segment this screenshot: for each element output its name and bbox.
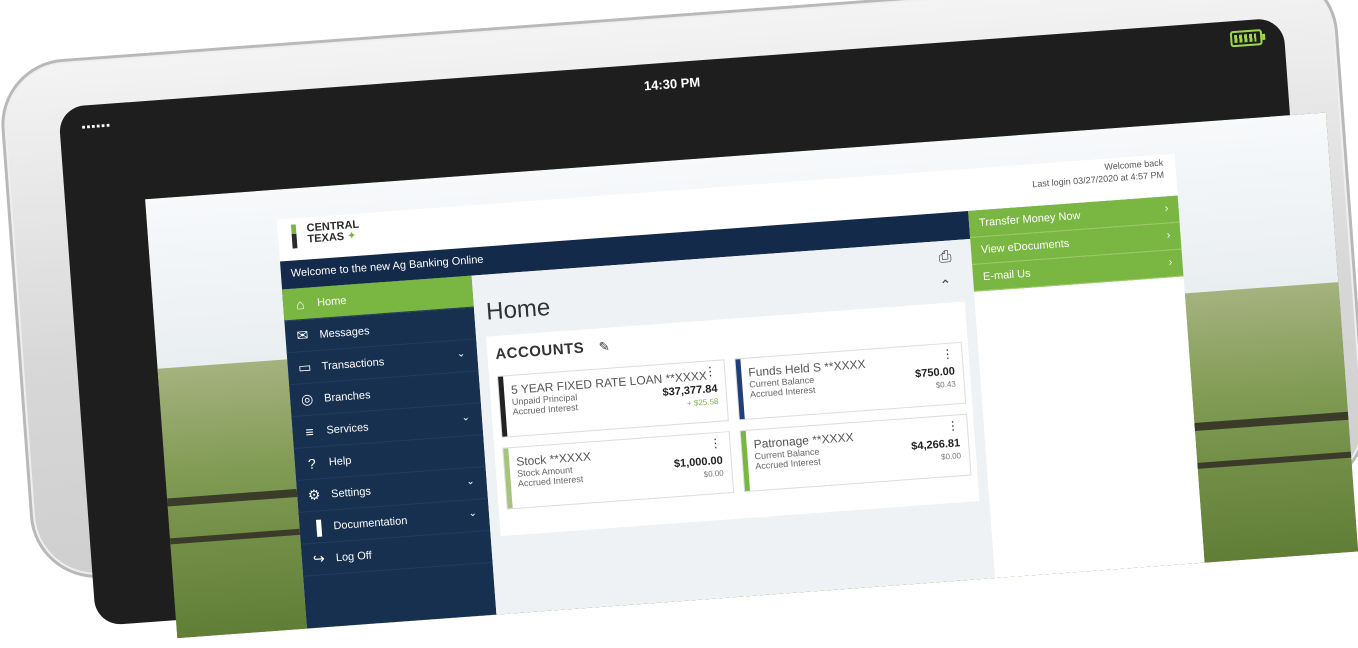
account-card[interactable]: ⋮ Funds Held S **XXXX Current Balance Accru…	[734, 341, 967, 421]
help-icon: ?	[307, 454, 317, 472]
sidebar-item-label: Services	[326, 421, 369, 437]
tablet-bezel: ▪▪▪▪▪▪ 14:30 PM CENTRAL TEXAS ✦ Welcome …	[58, 17, 1358, 639]
account-interest: $0.00	[940, 451, 962, 462]
account-menu-icon[interactable]: ⋮	[946, 418, 959, 433]
sidebar-item-label: Transactions	[321, 355, 385, 373]
tablet-frame: ▪▪▪▪▪▪ 14:30 PM CENTRAL TEXAS ✦ Welcome …	[0, 0, 1358, 639]
home-icon: ⌂	[295, 295, 305, 312]
accounts-title: ACCOUNTS	[494, 339, 585, 364]
account-card[interactable]: ⋮ 5 YEAR FIXED RATE LOAN **XXXX Unpaid Pri…	[496, 359, 729, 438]
sidebar-item-label: Settings	[330, 485, 372, 500]
battery-icon	[1229, 29, 1263, 48]
account-interest: + $25.58	[686, 396, 719, 409]
sidebar-nav: ⌂ Home ✉ Messages ▭ Transactions ⌄ ◎ Branches ≡ Se…	[282, 275, 497, 629]
logo-plus-icon: ✦	[346, 229, 357, 243]
account-color-bar	[735, 359, 745, 420]
main-content: ⎙ Home ⌃ ACCOUNTS ✎ ⋮ 5 YEAR FIXED RATE L…	[471, 238, 996, 615]
quick-links-panel: Transfer Money Now › View eDocuments › E-mai…	[968, 195, 1205, 579]
chevron-down-icon[interactable]: ⌄	[456, 348, 465, 360]
bank-logo[interactable]: CENTRAL TEXAS ✦	[287, 219, 360, 249]
settings-icon: ⚙	[307, 486, 322, 504]
services-icon: ≡	[304, 423, 315, 440]
chevron-right-icon: ›	[1168, 256, 1173, 269]
account-interest: $0.00	[703, 468, 725, 480]
quick-link-label: View eDocuments	[980, 237, 1070, 257]
transactions-icon: ▭	[297, 358, 312, 376]
chevron-down-icon[interactable]: ⌄	[466, 476, 475, 488]
status-time: 14:30 PM	[643, 74, 701, 94]
screen: CENTRAL TEXAS ✦ Welcome back Last login …	[145, 112, 1358, 639]
messages-icon: ✉	[296, 326, 309, 344]
quick-link-label: Transfer Money Now	[978, 209, 1081, 230]
account-color-bar	[498, 376, 508, 437]
accounts-panel: ACCOUNTS ✎ ⋮ 5 YEAR FIXED RATE LOAN **XXX…	[486, 301, 980, 537]
account-card[interactable]: ⋮ Stock **XXXX Stock Amount Accrued Interes…	[502, 431, 735, 510]
collapse-icon[interactable]: ⌃	[939, 276, 952, 294]
logo-text-line2: TEXAS	[307, 230, 345, 246]
log-off-icon: ↪	[312, 550, 326, 567]
branches-icon: ◎	[300, 390, 314, 408]
sidebar-item-label: Help	[328, 454, 352, 469]
sidebar-item-label: Branches	[323, 388, 371, 405]
chevron-right-icon: ›	[1164, 202, 1169, 215]
sidebar-item-label: Messages	[319, 324, 370, 341]
print-icon[interactable]: ⎙	[938, 248, 952, 267]
banking-app: CENTRAL TEXAS ✦ Welcome back Last login …	[276, 153, 1205, 629]
page-title: Home	[485, 293, 552, 326]
sidebar-item-label: Home	[316, 294, 347, 309]
edit-pencil-icon[interactable]: ✎	[598, 339, 610, 355]
account-color-bar	[740, 430, 751, 492]
account-interest: $0.43	[935, 379, 957, 390]
accounts-heading: ACCOUNTS ✎	[495, 338, 611, 363]
documentation-icon: ▐	[311, 518, 323, 536]
chevron-right-icon: ›	[1166, 229, 1171, 242]
chevron-down-icon[interactable]: ⌄	[468, 508, 477, 520]
account-menu-icon[interactable]: ⋮	[941, 346, 954, 361]
windmill-logo-icon	[287, 224, 301, 249]
account-menu-icon[interactable]: ⋮	[704, 364, 717, 379]
quick-link-label: E-mail Us	[982, 267, 1032, 284]
account-color-bar	[503, 448, 513, 509]
chevron-down-icon[interactable]: ⌄	[461, 412, 470, 424]
account-menu-icon[interactable]: ⋮	[709, 436, 722, 451]
sidebar-item-label: Documentation	[333, 514, 408, 532]
sidebar-item-label: Log Off	[335, 549, 373, 564]
account-card[interactable]: ⋮ Patronage **XXXX Current Balance Accrued …	[739, 413, 972, 493]
